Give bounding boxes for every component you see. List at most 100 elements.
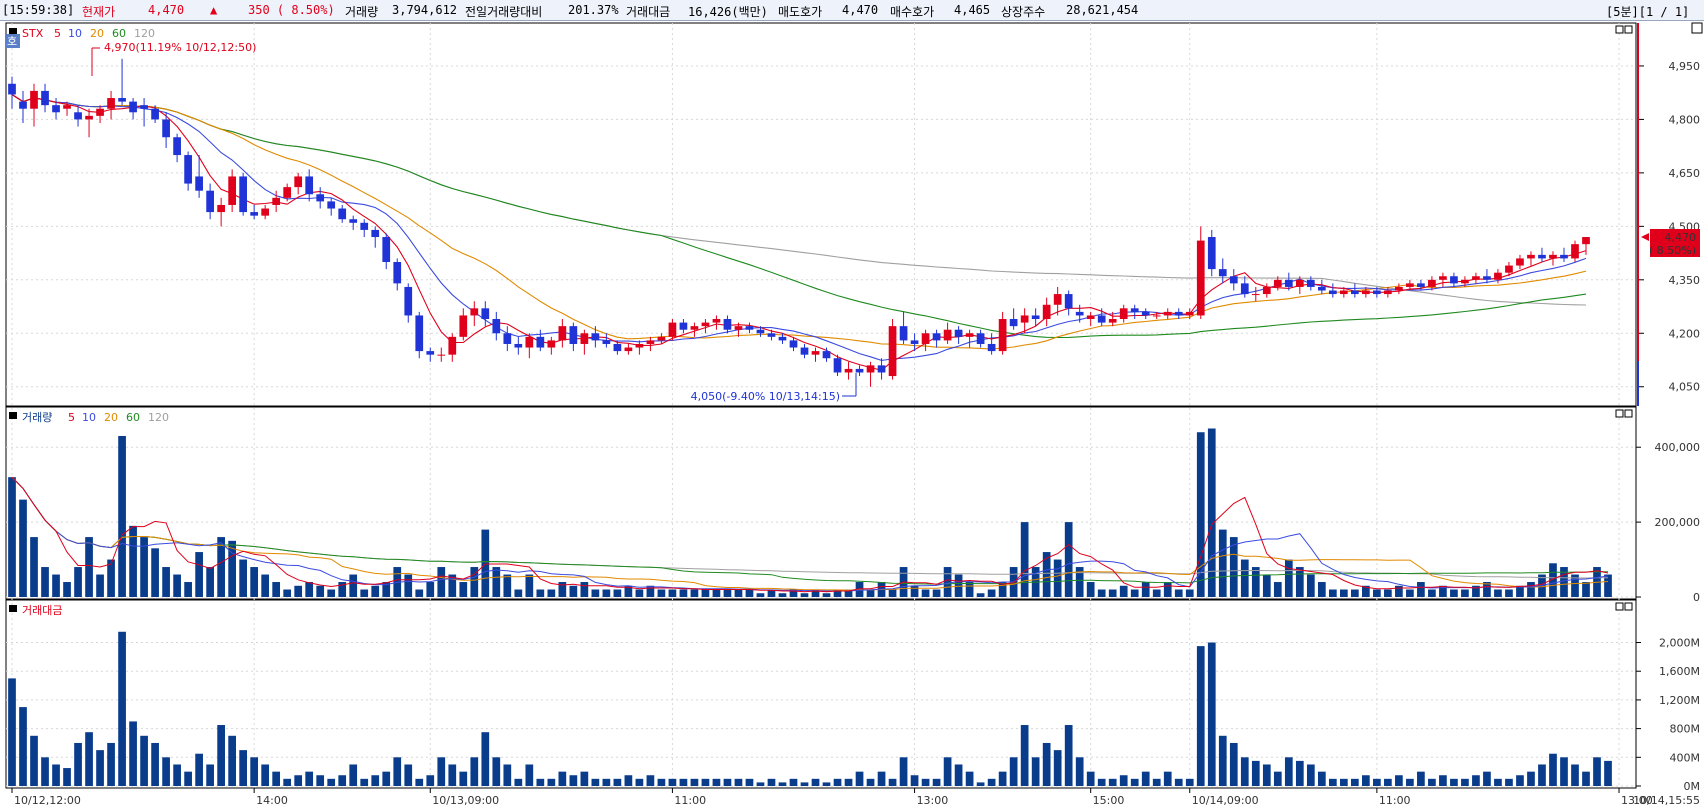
candle-body	[184, 155, 192, 184]
amount-bar	[547, 778, 556, 786]
candle-body	[206, 190, 214, 213]
candle-body	[679, 322, 688, 330]
close-icon[interactable]	[1624, 409, 1633, 418]
volume-bar	[1395, 585, 1403, 597]
amount-bar	[107, 742, 115, 786]
volume-bar	[668, 589, 677, 597]
period-selector[interactable]: [5분][1 / 1]	[1606, 3, 1689, 20]
amount-bar	[382, 771, 391, 786]
amount-bar	[855, 771, 864, 786]
candle-body	[657, 336, 666, 341]
amount-bar	[1284, 757, 1293, 786]
amount-bar	[1593, 757, 1601, 786]
volume-bar	[1317, 582, 1326, 597]
volume-bar	[261, 574, 270, 597]
amount-bar	[1516, 775, 1524, 786]
amount-bar	[1571, 764, 1579, 786]
amount-bar	[943, 757, 952, 786]
minimize-icon[interactable]	[1615, 409, 1624, 418]
shares-value: 28,621,454	[1066, 3, 1139, 17]
minimize-icon[interactable]	[1615, 25, 1624, 34]
volume-bar	[437, 567, 446, 597]
price-scale-bar-low	[1637, 361, 1639, 406]
candle-body	[1339, 290, 1348, 295]
candle-body	[1251, 294, 1260, 296]
candle-body	[1384, 290, 1392, 295]
volume-bar	[1185, 589, 1194, 597]
amount-value: 16,426(백만)	[688, 5, 768, 19]
candle-body	[1582, 237, 1590, 245]
volume-bar	[52, 574, 60, 597]
volume-bar	[1130, 589, 1139, 597]
volume-bar	[1494, 589, 1502, 597]
time-tick-label: 11:00	[674, 794, 706, 807]
candle-body	[822, 351, 831, 359]
amount-bar	[52, 764, 60, 786]
volume-bar	[327, 589, 336, 597]
amount-bar	[1273, 771, 1282, 786]
candle-body	[1053, 294, 1062, 305]
amount-tick-label: 1,200M	[1659, 694, 1700, 707]
candle-body	[1020, 315, 1029, 323]
candle-body	[1009, 319, 1018, 327]
candle-body	[1395, 286, 1403, 291]
amount-bar	[1207, 642, 1216, 786]
amount-bar	[162, 757, 170, 786]
ask-value: 4,470	[842, 3, 879, 17]
close-icon[interactable]	[1624, 25, 1633, 34]
candle-body	[52, 105, 60, 113]
amount-bar	[1384, 778, 1392, 786]
volume-bar	[184, 582, 192, 597]
candle-body	[910, 340, 919, 344]
amount-bar	[283, 778, 292, 786]
amount-bar	[63, 768, 71, 786]
amount-bar	[261, 764, 270, 786]
volume-bar	[85, 537, 93, 597]
amount-bar	[415, 778, 424, 786]
candle-body	[1439, 276, 1447, 280]
candle-body	[833, 358, 842, 373]
candle-body	[547, 340, 556, 348]
amount-bar	[1373, 778, 1381, 786]
amount-bar	[954, 764, 963, 786]
amount-bar	[613, 778, 622, 786]
minimize-icon[interactable]	[1615, 602, 1624, 611]
volume-bar	[932, 589, 941, 597]
volume-bar	[426, 582, 435, 597]
candle-body	[1538, 254, 1546, 259]
candle-body	[855, 368, 864, 373]
volume-bar	[74, 567, 82, 597]
close-icon[interactable]	[1624, 602, 1633, 611]
volume-tick-label: 0	[1693, 591, 1700, 604]
high-note: 4,970(11.19% 10/12,12:50)	[104, 41, 256, 54]
volume-bar	[591, 589, 600, 597]
volume-bar	[283, 589, 292, 597]
amount-bar	[1505, 778, 1513, 786]
candle-body	[371, 229, 380, 238]
candle-body	[228, 176, 236, 205]
volume-bar	[371, 585, 380, 597]
amount-bar	[1163, 771, 1172, 786]
amount-bar	[85, 732, 93, 786]
volume-bar	[1505, 589, 1513, 597]
volume-bar	[1428, 589, 1436, 597]
amount-bar	[910, 775, 919, 786]
x-axis: 10/12,12:00 14:00 10/13,09:00 11:00 13:00 15:…	[11, 788, 1700, 807]
time-tick-label: 13:00	[917, 794, 949, 807]
volume-bar	[41, 567, 49, 597]
candle-body	[1086, 315, 1095, 320]
amount-bar	[1417, 771, 1425, 786]
candle-body	[668, 322, 677, 337]
amount-bar	[1075, 757, 1084, 786]
volume-bar	[63, 582, 71, 597]
amount-bar	[118, 631, 126, 786]
amount-bar	[1472, 775, 1480, 786]
volume-bar	[1262, 574, 1271, 597]
volume-bar	[1328, 589, 1337, 597]
volume-bar	[1086, 582, 1095, 597]
time-tick-label: 10/14,09:00	[1192, 794, 1259, 807]
candle-body	[888, 326, 897, 377]
maximize-icon[interactable]	[1691, 22, 1703, 34]
chart-canvas[interactable]: STX 5 10 20 60 120 거래량 5 10 20 60 120 거래…	[0, 21, 1704, 808]
amount-bar	[1020, 725, 1029, 786]
